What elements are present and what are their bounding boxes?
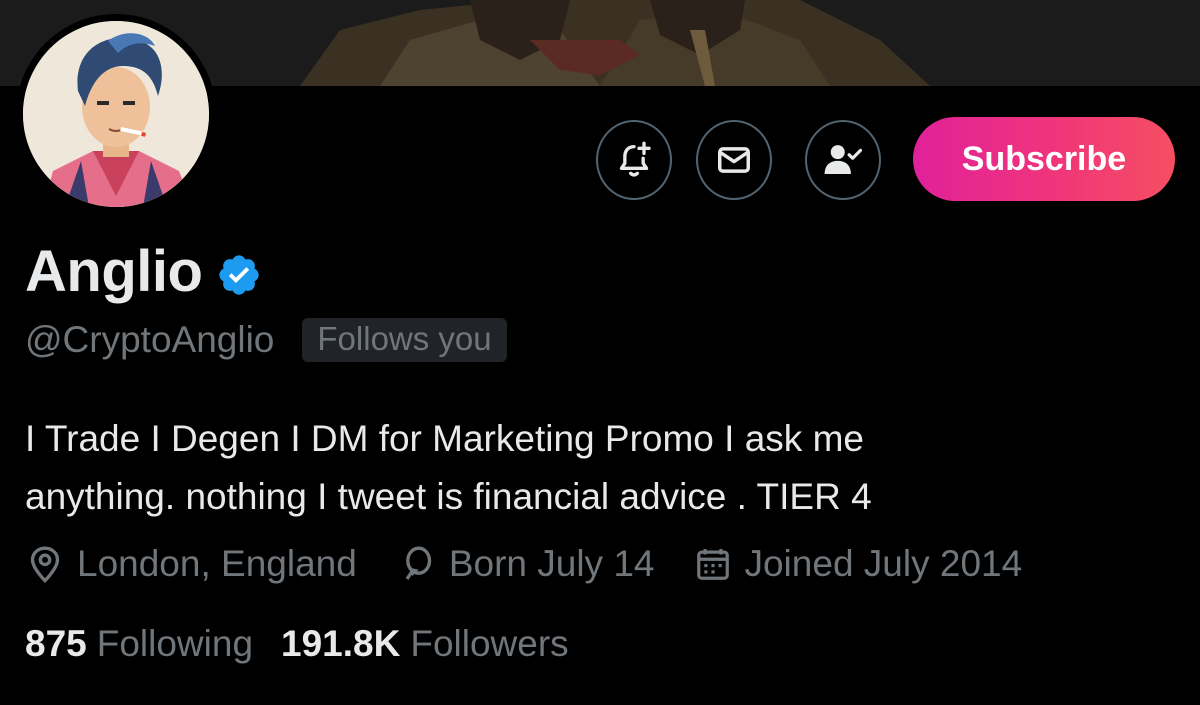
profile-meta: London, England Born July 14 Joined July… [25, 543, 1062, 585]
bell-plus-icon [619, 141, 651, 177]
notify-button[interactable] [596, 120, 672, 200]
calendar-icon [697, 548, 730, 580]
location-pin-icon [30, 546, 60, 584]
balloon-icon [405, 546, 431, 580]
follows-you-badge: Follows you [302, 318, 507, 362]
bio-line: anything. nothing I tweet is financial a… [25, 476, 872, 517]
verified-badge-icon[interactable] [216, 252, 262, 298]
display-name: Anglio [25, 239, 203, 304]
mail-icon [718, 147, 750, 173]
followers-label: Followers [410, 623, 569, 664]
bio-line: I Trade I Degen I DM for Marketing Promo… [25, 418, 864, 459]
followers-count: 191.8K [281, 623, 401, 664]
avatar-image [23, 21, 209, 207]
profile-stats: 875 Following 191.8K Followers [25, 623, 597, 665]
joined-text: Joined July 2014 [744, 543, 1023, 584]
location-text: London, England [77, 543, 357, 584]
name-row: Anglio [25, 238, 262, 305]
followers-link[interactable]: 191.8K Followers [281, 623, 569, 665]
message-button[interactable] [696, 120, 772, 200]
joined-item: Joined July 2014 [694, 543, 1022, 585]
birthday-item: Born July 14 [397, 543, 655, 585]
following-label: Following [96, 623, 254, 664]
location-item: London, England [25, 543, 357, 585]
handle-row: @CryptoAnglio Follows you [25, 318, 507, 362]
following-button[interactable] [805, 120, 881, 200]
following-count: 875 [25, 623, 87, 664]
following-link[interactable]: 875 Following [25, 623, 253, 665]
birthday-text: Born July 14 [448, 543, 655, 584]
profile-bio: I Trade I Degen I DM for Marketing Promo… [25, 410, 1145, 526]
person-check-icon [824, 145, 863, 174]
profile-avatar[interactable] [16, 14, 216, 214]
subscribe-button[interactable]: Subscribe [913, 117, 1175, 201]
user-handle: @CryptoAnglio [25, 319, 275, 360]
